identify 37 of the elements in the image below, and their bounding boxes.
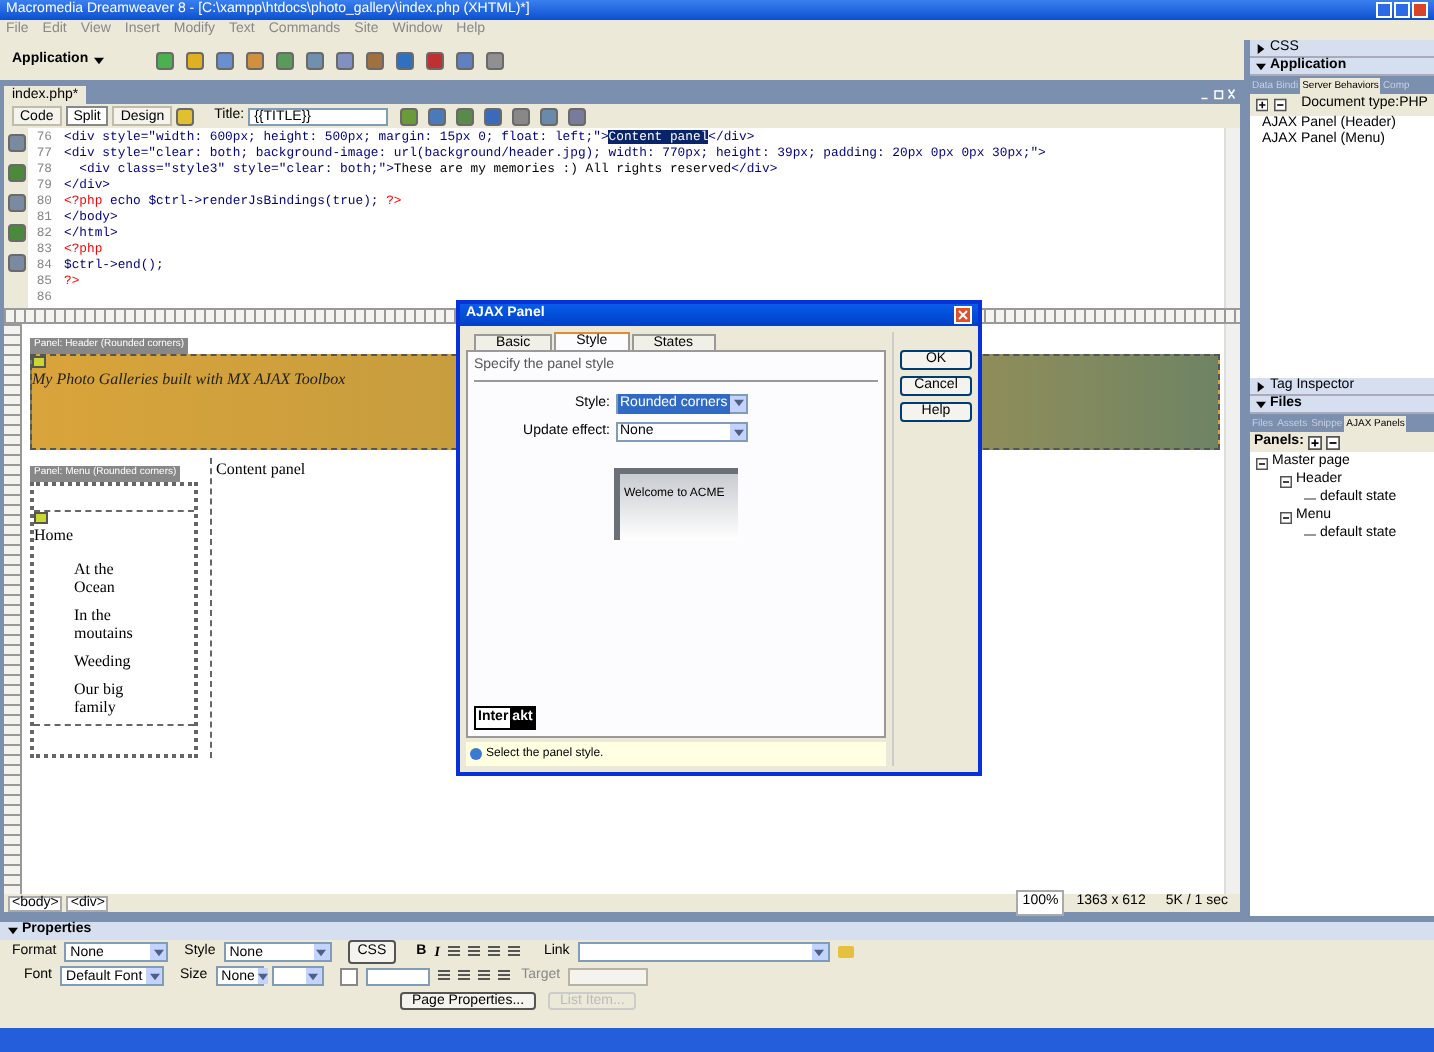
menu-link[interactable]: Our big family: [74, 680, 154, 716]
caret-icon: [811, 944, 828, 960]
header-text: My Photo Galleries built with MX AJAX Toolbox: [32, 368, 346, 392]
caret-icon: [305, 968, 322, 984]
caret-icon: [730, 395, 746, 412]
scrollbar[interactable]: [1224, 324, 1240, 894]
add-button[interactable]: [1256, 98, 1269, 112]
caret-icon: [94, 55, 105, 65]
scrollbar[interactable]: [1224, 128, 1240, 308]
remove-button[interactable]: [1274, 98, 1288, 112]
close-button[interactable]: [1412, 2, 1428, 18]
expander-icon[interactable]: [1280, 475, 1292, 487]
window-controls-icon[interactable]: [1200, 88, 1236, 100]
disclosure-triangle-icon: [8, 926, 18, 936]
caret-icon: [258, 968, 269, 984]
content-text: Content panel: [216, 458, 308, 482]
color-field[interactable]: [365, 967, 430, 985]
menu-link[interactable]: Weeding: [74, 652, 154, 670]
minimize-button[interactable]: [1376, 2, 1392, 18]
caret-icon: [146, 968, 163, 984]
caret-icon: [730, 424, 746, 441]
info-icon: [470, 748, 482, 760]
add-button[interactable]: [1307, 435, 1322, 449]
remove-button[interactable]: [1325, 435, 1340, 449]
unit-dropdown[interactable]: [271, 966, 324, 986]
maximize-button[interactable]: [1394, 2, 1410, 18]
menu-link[interactable]: Home: [34, 524, 194, 548]
caret-icon: [313, 944, 330, 960]
menu-link[interactable]: In the moutains: [74, 606, 154, 642]
expander-icon[interactable]: [1256, 457, 1268, 469]
expander-icon[interactable]: [1280, 511, 1292, 523]
caret-icon: [150, 944, 167, 960]
link-field[interactable]: [577, 942, 830, 962]
menu-link[interactable]: At the Ocean: [74, 560, 154, 596]
color-picker[interactable]: [339, 967, 358, 985]
close-button[interactable]: [954, 306, 972, 324]
panel-icon: [34, 512, 48, 524]
